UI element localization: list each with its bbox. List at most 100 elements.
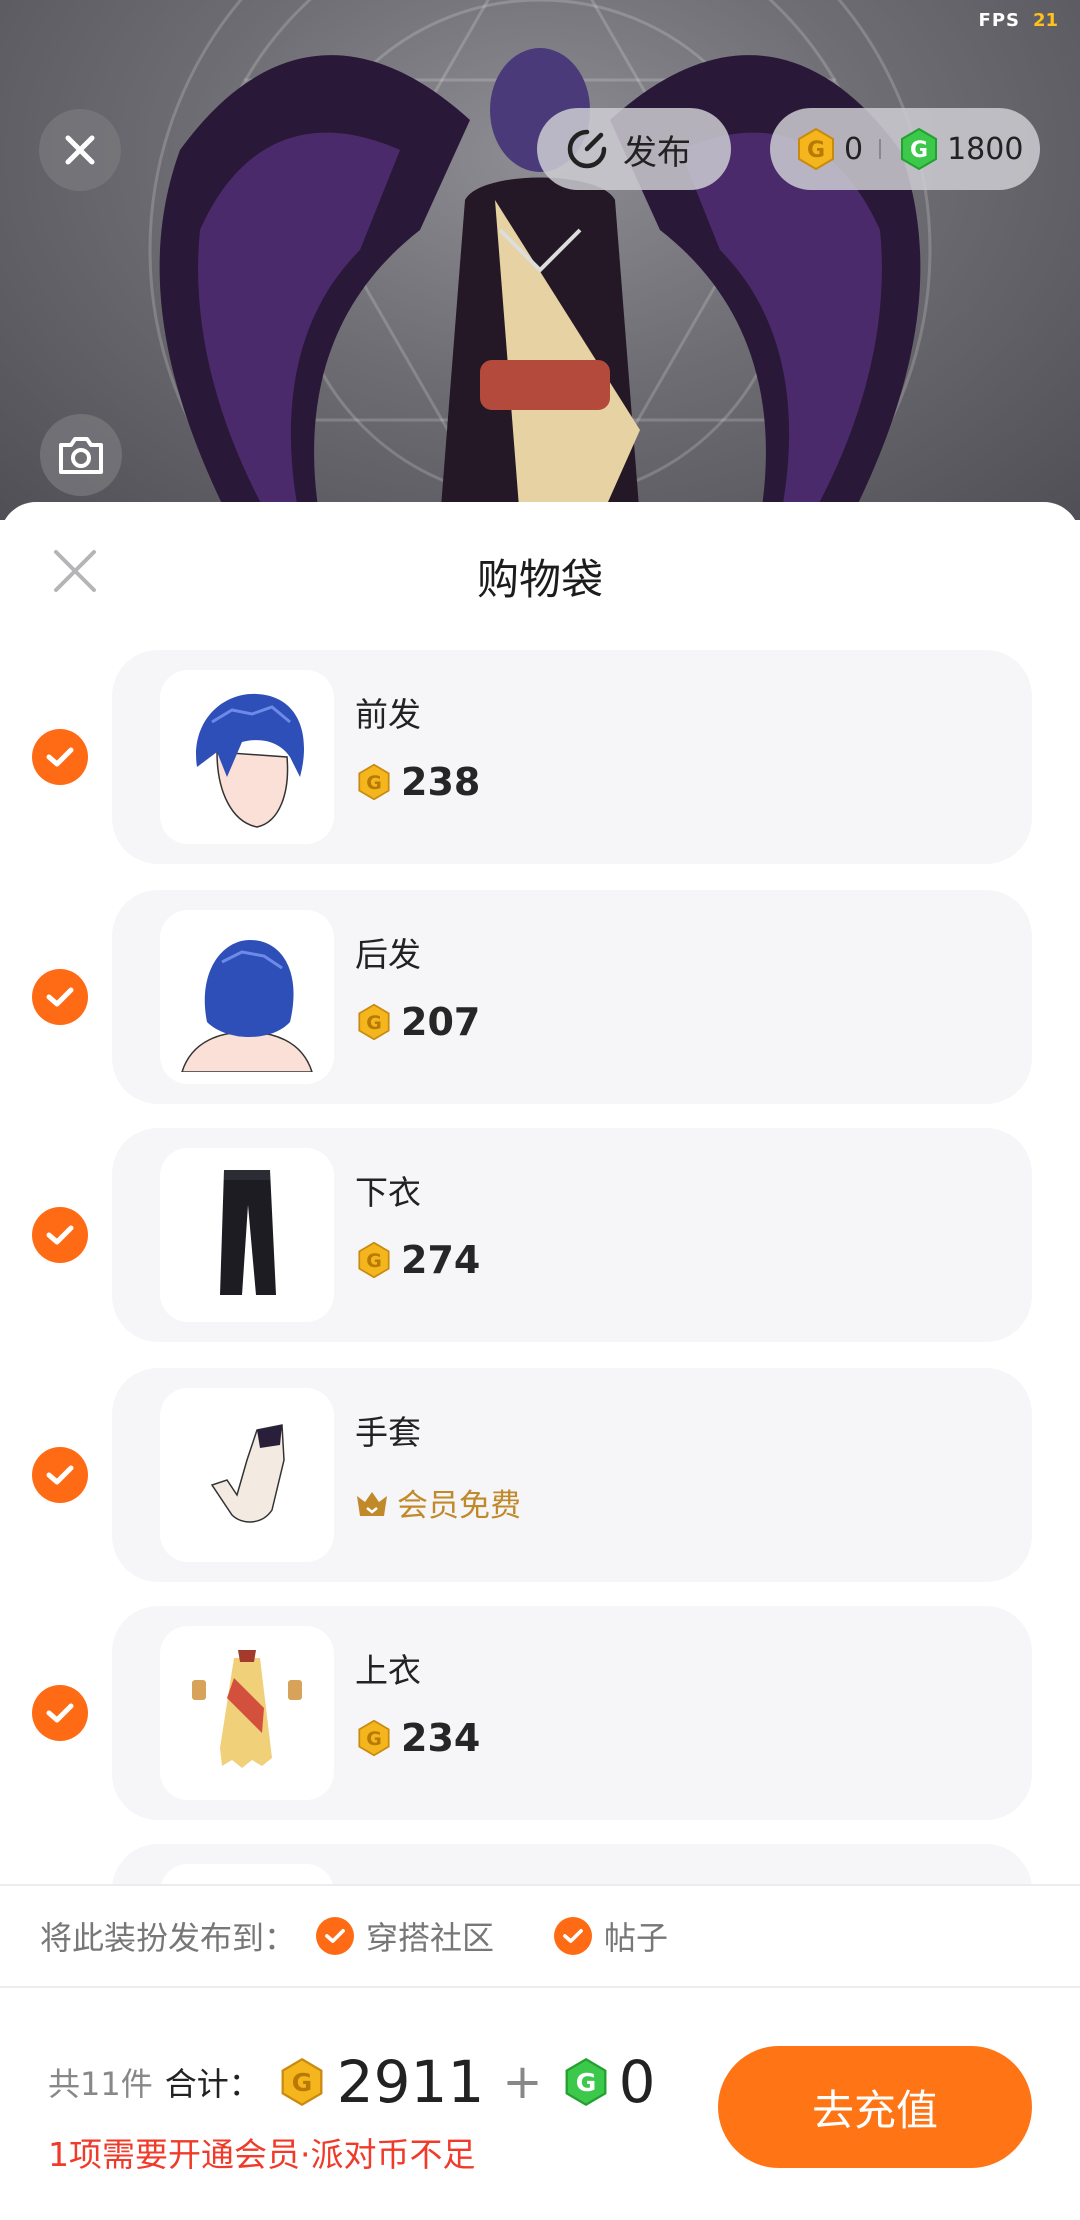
- gloves-thumbnail: [210, 1424, 285, 1523]
- checkmark-icon: [46, 1465, 74, 1485]
- item-thumbnail: [160, 1388, 334, 1562]
- plus-sign: +: [502, 2054, 543, 2110]
- shopping-bag-sheet: 购物袋 前发 G 238 后发 G 207 下衣 G 274 手套 会员免费 上…: [0, 502, 1080, 2220]
- list-item[interactable]: 前发 G 238: [0, 650, 1080, 864]
- checkmark-icon: [46, 987, 74, 1007]
- gold-coin-icon: G: [281, 2057, 323, 2107]
- svg-text:G: G: [366, 1728, 382, 1750]
- item-price-value: 238: [401, 760, 481, 804]
- svg-text:G: G: [366, 772, 382, 794]
- total-green: 0: [618, 2048, 656, 2116]
- total-label: 合计：: [164, 2065, 261, 2103]
- publish-label: 发布: [623, 132, 691, 173]
- top-thumbnail: [192, 1650, 302, 1768]
- coin-balance[interactable]: G 0 G 1800: [770, 108, 1040, 190]
- item-price-value: 274: [401, 1238, 481, 1282]
- item-card[interactable]: 下衣 G 274: [112, 1128, 1032, 1342]
- item-name: 下衣: [355, 1173, 421, 1212]
- list-item[interactable]: 下衣 G 274: [0, 1128, 1080, 1342]
- crown-icon: [357, 1491, 387, 1516]
- back-hair-thumbnail: [181, 940, 313, 1072]
- svg-text:G: G: [807, 138, 825, 163]
- item-thumbnail: [160, 910, 334, 1084]
- camera-button[interactable]: [40, 414, 122, 496]
- gold-coin-icon: G: [358, 1241, 390, 1279]
- item-checkbox[interactable]: [32, 1685, 88, 1741]
- avatar-scene-art: [148, 0, 932, 520]
- camera-icon: [59, 437, 103, 474]
- item-card[interactable]: [112, 1844, 1032, 1884]
- item-checkbox[interactable]: [32, 969, 88, 1025]
- svg-text:G: G: [910, 138, 928, 163]
- recharge-button[interactable]: 去充值: [718, 2046, 1032, 2168]
- checkmark-icon: [46, 1703, 74, 1723]
- gold-coin-balance: 0: [844, 131, 864, 167]
- avatar-preview: FPS 21 发布 G 0 G 1800: [0, 0, 1080, 520]
- option-checkbox[interactable]: [316, 1917, 355, 1955]
- item-checkbox[interactable]: [32, 729, 88, 785]
- front-hair-thumbnail: [196, 693, 305, 828]
- option-label: 帖子: [604, 1919, 669, 1957]
- coin-divider: [879, 139, 882, 159]
- item-list[interactable]: 前发 G 238 后发 G 207 下衣 G 274 手套 会员免费 上衣 G …: [0, 650, 1080, 1884]
- item-price-value: 207: [401, 1000, 481, 1044]
- checkmark-icon: [563, 1929, 583, 1943]
- insufficient-warning: 1项需要开通会员·派对币不足: [48, 2135, 476, 2174]
- order-summary: 共11件 合计： G 2911 + G 0: [48, 2048, 655, 2116]
- fps-value: 21: [1032, 10, 1058, 31]
- list-item[interactable]: 手套 会员免费: [0, 1368, 1080, 1582]
- checkout-footer: 共11件 合计： G 2911 + G 0 1项需要开通会员·派对币不足 去充值: [0, 1990, 1080, 2220]
- item-checkbox[interactable]: [32, 1207, 88, 1263]
- item-card[interactable]: 前发 G 238: [112, 650, 1032, 864]
- list-item[interactable]: 后发 G 207: [0, 890, 1080, 1104]
- item-thumbnail: [160, 1626, 334, 1800]
- item-card[interactable]: 上衣 G 234: [112, 1606, 1032, 1820]
- list-item[interactable]: 上衣 G 234: [0, 1606, 1080, 1820]
- item-card[interactable]: 后发 G 207: [112, 890, 1032, 1104]
- option-label: 穿搭社区: [366, 1919, 495, 1957]
- item-card[interactable]: 手套 会员免费: [112, 1368, 1032, 1582]
- gold-coin-icon: G: [798, 127, 834, 171]
- item-checkbox[interactable]: [32, 1447, 88, 1503]
- checkmark-icon: [325, 1929, 345, 1943]
- item-price-value: 234: [401, 1716, 481, 1760]
- item-name: 前发: [355, 695, 421, 734]
- item-price: G 238: [355, 760, 480, 804]
- refresh-icon: [567, 129, 607, 169]
- svg-text:G: G: [291, 2068, 312, 2097]
- item-thumbnail: [160, 1148, 334, 1322]
- gold-coin-icon: G: [358, 1719, 390, 1757]
- sheet-title: 购物袋: [476, 555, 603, 604]
- checkmark-icon: [46, 747, 74, 767]
- item-name: 上衣: [355, 1651, 421, 1690]
- list-item[interactable]: [0, 1844, 1080, 1884]
- svg-text:G: G: [366, 1250, 382, 1272]
- item-price: G 274: [355, 1238, 480, 1282]
- gold-coin-icon: G: [358, 763, 390, 801]
- publish-to-bar: 将此装扮发布到： 穿搭社区 帖子: [0, 1884, 1080, 1988]
- vip-free-label: 会员免费: [397, 1488, 521, 1524]
- fps-label: FPS: [978, 10, 1020, 31]
- total-gold: 2911: [336, 2048, 485, 2116]
- publish-button[interactable]: 发布: [537, 108, 731, 190]
- item-price: G 234: [355, 1716, 480, 1760]
- green-coin-balance: 1800: [947, 131, 1024, 167]
- svg-text:G: G: [366, 1012, 382, 1034]
- item-name: 手套: [355, 1413, 421, 1452]
- green-coin-icon: G: [901, 127, 938, 171]
- item-thumbnail: [160, 670, 334, 844]
- close-preview-button[interactable]: [39, 109, 121, 191]
- option-checkbox[interactable]: [554, 1917, 593, 1955]
- item-price: G 207: [355, 1000, 480, 1044]
- pants-thumbnail: [220, 1170, 276, 1295]
- publish-option-post[interactable]: 帖子: [554, 1913, 668, 1959]
- item-thumbnail: [160, 1864, 334, 1884]
- publish-option-community[interactable]: 穿搭社区: [316, 1913, 494, 1959]
- vip-free-tag: 会员免费: [355, 1480, 521, 1525]
- publish-to-label: 将此装扮发布到：: [40, 1919, 297, 1957]
- gold-coin-icon: G: [358, 1003, 390, 1041]
- svg-text:G: G: [575, 2068, 596, 2097]
- item-count: 共11件: [48, 2065, 153, 2103]
- close-icon: [65, 135, 95, 165]
- item-name: 后发: [355, 935, 421, 974]
